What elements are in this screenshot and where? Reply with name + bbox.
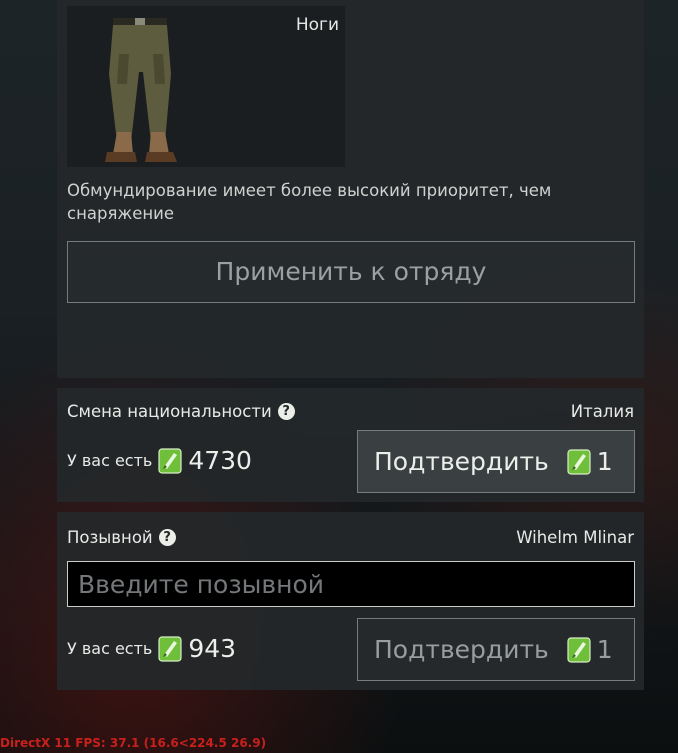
fps-overlay: DirectX 11 FPS: 37.1 (16.6<224.5 26.9) <box>0 736 267 750</box>
callsign-balance: У вас есть 943 <box>67 634 236 663</box>
help-icon[interactable]: ? <box>277 403 295 420</box>
balance-value: 4730 <box>188 446 252 475</box>
help-icon[interactable]: ? <box>158 529 176 546</box>
callsign-confirm-button[interactable]: Подтвердить 1 <box>357 618 635 681</box>
apply-to-squad-button[interactable]: Применить к отряду <box>67 241 635 303</box>
callsign-input[interactable] <box>67 561 635 607</box>
ticket-icon <box>158 635 182 662</box>
nationality-balance: У вас есть 4730 <box>67 446 252 475</box>
callsign-panel: Позывной ? Wihelm Mlinar У вас есть 943 … <box>57 512 644 690</box>
confirm-cost: 1 <box>596 635 613 664</box>
nationality-title-text: Смена национальности <box>67 402 272 421</box>
item-slot-label: Ноги <box>295 15 339 35</box>
callsign-title: Позывной ? <box>67 528 176 547</box>
balance-label: У вас есть <box>67 451 153 470</box>
confirm-cost: 1 <box>596 447 613 476</box>
nationality-value: Италия <box>570 402 634 421</box>
balance-value: 943 <box>188 634 237 663</box>
callsign-title-text: Позывной <box>67 528 153 547</box>
nationality-title: Смена национальности ? <box>67 402 295 421</box>
nationality-confirm-button[interactable]: Подтвердить 1 <box>357 430 635 493</box>
confirm-label: Подтвердить <box>374 447 549 476</box>
ticket-icon <box>158 447 182 474</box>
balance-label: У вас есть <box>67 639 153 658</box>
confirm-label: Подтвердить <box>374 635 549 664</box>
item-card-legs[interactable]: Ноги <box>67 6 345 167</box>
ticket-icon <box>567 448 591 475</box>
pants-icon <box>105 18 177 162</box>
uniform-panel: Ноги Обмундирование имеет более высокий … <box>57 0 644 378</box>
priority-note: Обмундирование имеет более высокий приор… <box>67 181 552 223</box>
ticket-icon <box>567 636 591 663</box>
nationality-change-panel: Смена национальности ? Италия У вас есть… <box>57 388 644 502</box>
callsign-value: Wihelm Mlinar <box>516 528 634 547</box>
